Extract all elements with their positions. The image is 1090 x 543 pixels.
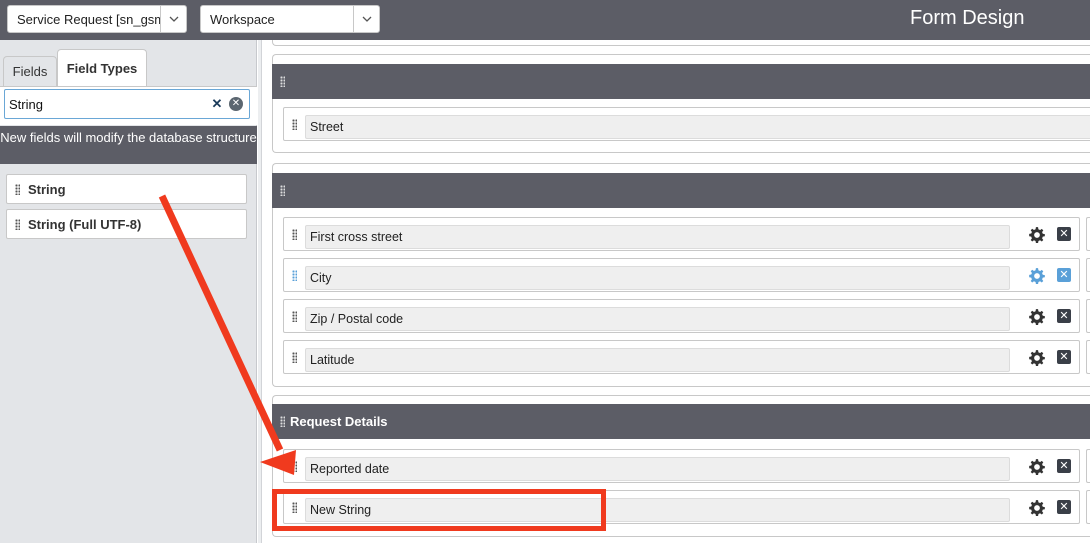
field-label: Street: [305, 115, 1090, 139]
view-select[interactable]: Workspace: [200, 5, 380, 33]
form-field-row[interactable]: [1086, 258, 1090, 292]
tab-fields[interactable]: Fields: [3, 56, 57, 86]
close-icon[interactable]: ✕: [1057, 459, 1071, 473]
gear-icon[interactable]: [1028, 226, 1046, 244]
form-section: [272, 40, 1090, 46]
highlight-box: [272, 489, 606, 531]
field-label: Zip / Postal code: [305, 307, 1010, 331]
drag-handle-icon[interactable]: [292, 461, 297, 472]
section-title: Request Details: [290, 414, 388, 429]
section-header[interactable]: Request Details: [272, 404, 1090, 439]
field-label: Latitude: [305, 348, 1010, 372]
form-field-row[interactable]: Zip / Postal code ✕: [283, 299, 1080, 333]
drag-handle-icon[interactable]: [15, 183, 20, 195]
drag-handle-icon[interactable]: [292, 352, 297, 363]
form-canvas: Street First cross street ✕ City ✕ Zip /…: [263, 40, 1090, 543]
close-icon[interactable]: ✕: [1057, 309, 1071, 323]
drag-handle-icon[interactable]: [280, 76, 285, 87]
drag-handle-icon[interactable]: [15, 218, 20, 230]
clear-icon[interactable]: ✕: [209, 96, 225, 112]
drag-handle-icon[interactable]: [280, 416, 285, 427]
chevron-down-icon[interactable]: [353, 6, 379, 32]
chevron-down-icon[interactable]: [160, 6, 186, 32]
section-header[interactable]: [272, 64, 1090, 99]
field-label: City: [305, 266, 1010, 290]
clear-circle-icon[interactable]: ✕: [229, 97, 243, 111]
drag-handle-icon[interactable]: [292, 270, 297, 281]
drag-handle-icon[interactable]: [280, 185, 285, 196]
field-type-string-utf8[interactable]: String (Full UTF-8): [6, 209, 247, 239]
close-icon[interactable]: ✕: [1057, 500, 1071, 514]
field-type-label: String: [28, 181, 66, 197]
form-field-row[interactable]: [1086, 299, 1090, 333]
form-field-row[interactable]: [1086, 449, 1090, 483]
field-type-string[interactable]: String: [6, 174, 247, 204]
drag-handle-icon[interactable]: [292, 311, 297, 322]
table-select[interactable]: Service Request [sn_gsm_: [7, 5, 187, 33]
form-field-row[interactable]: Latitude ✕: [283, 340, 1080, 374]
gear-icon[interactable]: [1028, 349, 1046, 367]
drag-handle-icon[interactable]: [292, 119, 297, 130]
close-icon[interactable]: ✕: [1057, 268, 1071, 282]
form-field-row[interactable]: [1086, 490, 1090, 524]
search-input[interactable]: [5, 96, 209, 112]
panel-splitter[interactable]: [258, 40, 262, 543]
gear-icon[interactable]: [1028, 458, 1046, 476]
form-field-row[interactable]: First cross street ✕: [283, 217, 1080, 251]
database-notice: New fields will modify the database stru…: [0, 126, 257, 164]
section-header[interactable]: [272, 173, 1090, 208]
form-field-row[interactable]: Street: [283, 107, 1090, 141]
page-title: Form Design: [910, 7, 1025, 29]
gear-icon[interactable]: [1028, 308, 1046, 326]
form-field-row[interactable]: City ✕: [283, 258, 1080, 292]
field-palette: Fields Field Types ✕ ✕ New fields will m…: [0, 40, 257, 543]
gear-icon[interactable]: [1028, 499, 1046, 517]
close-icon[interactable]: ✕: [1057, 350, 1071, 364]
close-icon[interactable]: ✕: [1057, 227, 1071, 241]
field-label: First cross street: [305, 225, 1010, 249]
gear-icon[interactable]: [1028, 267, 1046, 285]
table-select-value: Service Request [sn_gsm_: [17, 11, 160, 27]
search-box: ✕ ✕: [4, 89, 250, 119]
top-toolbar: Service Request [sn_gsm_ Workspace Form …: [0, 0, 1090, 40]
field-type-label: String (Full UTF-8): [28, 216, 142, 232]
view-select-value: Workspace: [210, 11, 275, 27]
tab-field-types[interactable]: Field Types: [57, 49, 147, 87]
form-field-row[interactable]: [1086, 217, 1090, 251]
form-field-row[interactable]: Reported date ✕: [283, 449, 1080, 483]
form-field-row[interactable]: [1086, 340, 1090, 374]
drag-handle-icon[interactable]: [292, 229, 297, 240]
field-label: Reported date: [305, 457, 1010, 481]
search-area: ✕ ✕: [0, 87, 257, 125]
